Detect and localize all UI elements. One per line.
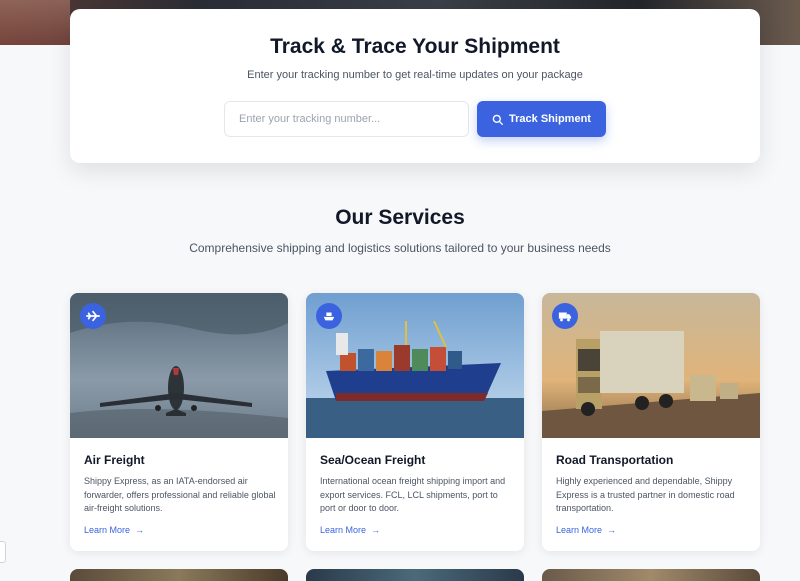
services-title: Our Services <box>335 206 465 229</box>
services-subtitle: Comprehensive shipping and logistics sol… <box>189 241 611 255</box>
arrow-right-icon: → <box>371 525 381 535</box>
learn-more-label: Learn More <box>84 525 131 535</box>
service-description: International ocean freight shipping imp… <box>320 476 506 513</box>
track-shipment-button[interactable]: Track Shipment <box>477 101 606 137</box>
tracking-number-input[interactable] <box>224 101 469 137</box>
ship-icon <box>316 303 342 329</box>
service-card-air-freight[interactable]: Air Freight Shippy Express, as an IATA-e… <box>70 293 288 551</box>
learn-more-link[interactable]: Learn More → <box>84 525 144 535</box>
service-title: Road Transportation <box>556 453 674 467</box>
service-card-partial <box>542 569 760 581</box>
learn-more-label: Learn More <box>556 525 603 535</box>
service-card-road-transport[interactable]: Road Transportation Highly experienced a… <box>542 293 760 551</box>
service-card-partial <box>306 569 524 581</box>
track-shipment-label: Track Shipment <box>509 113 591 125</box>
learn-more-link[interactable]: Learn More → <box>320 525 380 535</box>
service-title: Sea/Ocean Freight <box>320 453 426 467</box>
plane-icon <box>80 303 106 329</box>
learn-more-link[interactable]: Learn More → <box>556 525 616 535</box>
service-card-partial <box>70 569 288 581</box>
service-description: Shippy Express, as an IATA-endorsed air … <box>84 476 276 513</box>
tracking-card: Track & Trace Your Shipment Enter your t… <box>70 9 760 163</box>
search-icon <box>492 114 504 125</box>
service-card-sea-freight[interactable]: Sea/Ocean Freight International ocean fr… <box>306 293 524 551</box>
tracking-subtitle: Enter your tracking number to get real-t… <box>247 69 583 81</box>
truck-icon <box>552 303 578 329</box>
service-description: Highly experienced and dependable, Shipp… <box>556 476 735 513</box>
tracking-title: Track & Trace Your Shipment <box>270 35 560 58</box>
service-title: Air Freight <box>84 453 145 467</box>
arrow-right-icon: → <box>135 525 145 535</box>
arrow-right-icon: → <box>607 525 617 535</box>
learn-more-label: Learn More <box>320 525 367 535</box>
side-tab-handle[interactable] <box>0 541 6 563</box>
